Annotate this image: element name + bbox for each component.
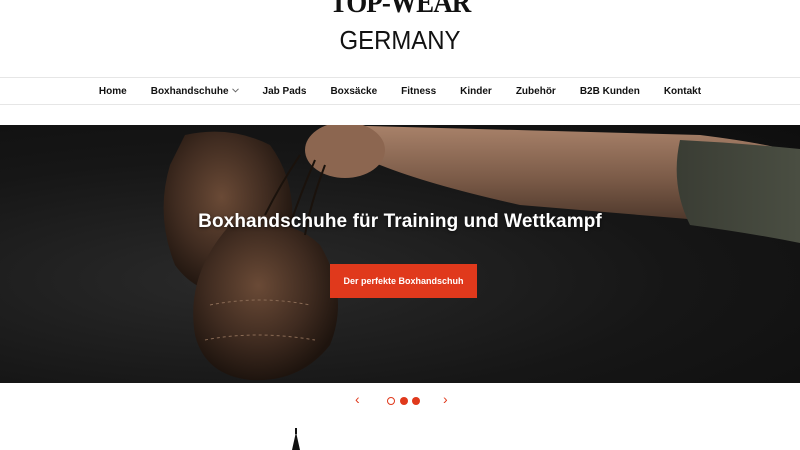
slider-dot-3[interactable] bbox=[412, 397, 420, 405]
nav-item-label: Jab Pads bbox=[262, 85, 307, 97]
nav-item-jab-pads[interactable]: Jab Pads bbox=[263, 86, 307, 97]
slider-dot-1[interactable] bbox=[387, 397, 395, 405]
nav-item-label: Boxhandschuhe bbox=[150, 85, 229, 97]
hero-background-image bbox=[163, 125, 800, 381]
nav-item-b2b-kunden[interactable]: B2B Kunden bbox=[580, 86, 640, 97]
nav-item-label: Fitness bbox=[401, 85, 437, 97]
nav-item-zubehoer[interactable]: Zubehör bbox=[516, 86, 556, 97]
brand-logo[interactable]: TOP-WEAR GERMANY bbox=[0, 0, 800, 56]
nav-item-label: Home bbox=[98, 85, 127, 97]
slider-controls: ‹ › bbox=[0, 392, 800, 408]
main-navigation: Home Boxhandschuhe Jab Pads Boxsäcke Fit… bbox=[0, 77, 800, 105]
nav-item-kinder[interactable]: Kinder bbox=[460, 86, 492, 97]
nav-item-boxhandschuhe[interactable]: Boxhandschuhe bbox=[151, 86, 239, 97]
hero-cta-button[interactable]: Der perfekte Boxhandschuh bbox=[330, 264, 477, 298]
chevron-right-icon[interactable]: › bbox=[443, 392, 448, 406]
nav-item-fitness[interactable]: Fitness bbox=[401, 86, 436, 97]
nav-item-label: Zubehör bbox=[515, 85, 556, 97]
nav-item-kontakt[interactable]: Kontakt bbox=[664, 86, 701, 97]
logo-bottom-text: GERMANY bbox=[339, 25, 461, 55]
nav-item-boxsaecke[interactable]: Boxsäcke bbox=[330, 86, 377, 97]
chevron-left-icon[interactable]: ‹ bbox=[355, 392, 360, 406]
nav-item-label: Kontakt bbox=[663, 85, 702, 97]
hero-slider: Boxhandschuhe für Training und Wettkampf… bbox=[0, 125, 800, 383]
section-logo-partial-icon bbox=[292, 428, 300, 450]
slider-dot-2[interactable] bbox=[400, 397, 408, 405]
logo-top-text: TOP-WEAR bbox=[329, 0, 472, 19]
chevron-down-icon bbox=[231, 87, 239, 95]
nav-item-label: B2B Kunden bbox=[579, 85, 640, 97]
hero-title: Boxhandschuhe für Training und Wettkampf bbox=[198, 211, 602, 232]
nav-item-home[interactable]: Home bbox=[99, 86, 127, 97]
nav-item-label: Boxsäcke bbox=[330, 85, 378, 97]
nav-item-label: Kinder bbox=[460, 85, 492, 97]
